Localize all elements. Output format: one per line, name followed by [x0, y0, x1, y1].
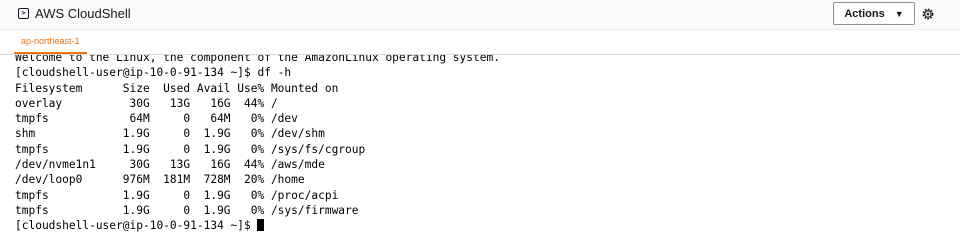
terminal-line: tmpfs 64M 0 64M 0% /dev — [15, 112, 298, 126]
terminal-prompt-line[interactable]: [cloudshell-user@ip-10-0-91-134 ~]$ — [15, 218, 500, 233]
actions-label: Actions — [844, 7, 885, 20]
top-bar: > AWS CloudShell Actions ▼ — [0, 0, 960, 30]
terminal-output[interactable]: Welcome to the Linux, the component of t… — [0, 55, 960, 251]
gear-icon[interactable] — [921, 7, 935, 21]
app-title: AWS CloudShell — [35, 6, 131, 21]
terminal-line: [cloudshell-user@ip-10-0-91-134 ~]$ df -… — [15, 66, 292, 80]
terminal-line: tmpfs 1.9G 0 1.9G 0% /sys/firmware — [15, 203, 359, 217]
caret-down-icon: ▼ — [894, 8, 904, 19]
terminal-icon: > — [18, 8, 29, 19]
terminal-line: tmpfs 1.9G 0 1.9G 0% /proc/acpi — [15, 188, 339, 202]
terminal-lines: Welcome to the Linux, the component of t… — [15, 55, 500, 234]
session-tabs: ap-northeast-1 — [0, 30, 960, 55]
tab-ap-northeast-1[interactable]: ap-northeast-1 — [14, 30, 87, 54]
terminal-line: tmpfs 1.9G 0 1.9G 0% /sys/fs/cgroup — [15, 142, 366, 156]
app-brand: > AWS CloudShell — [18, 6, 131, 21]
terminal-line: Filesystem Size Used Avail Use% Mounted … — [15, 81, 339, 95]
terminal-line: overlay 30G 13G 16G 44% / — [15, 96, 278, 110]
terminal-cursor — [257, 219, 265, 232]
terminal-line: shm 1.9G 0 1.9G 0% /dev/shm — [15, 127, 325, 141]
terminal-prompt: [cloudshell-user@ip-10-0-91-134 ~]$ — [15, 219, 258, 233]
actions-button[interactable]: Actions ▼ — [833, 2, 915, 25]
terminal-line: /dev/loop0 976M 181M 728M 20% /home — [15, 173, 305, 187]
terminal-line: /dev/nvme1n1 30G 13G 16G 44% /aws/mde — [15, 158, 325, 172]
terminal-line: Welcome to the Linux, the component of t… — [15, 55, 500, 64]
